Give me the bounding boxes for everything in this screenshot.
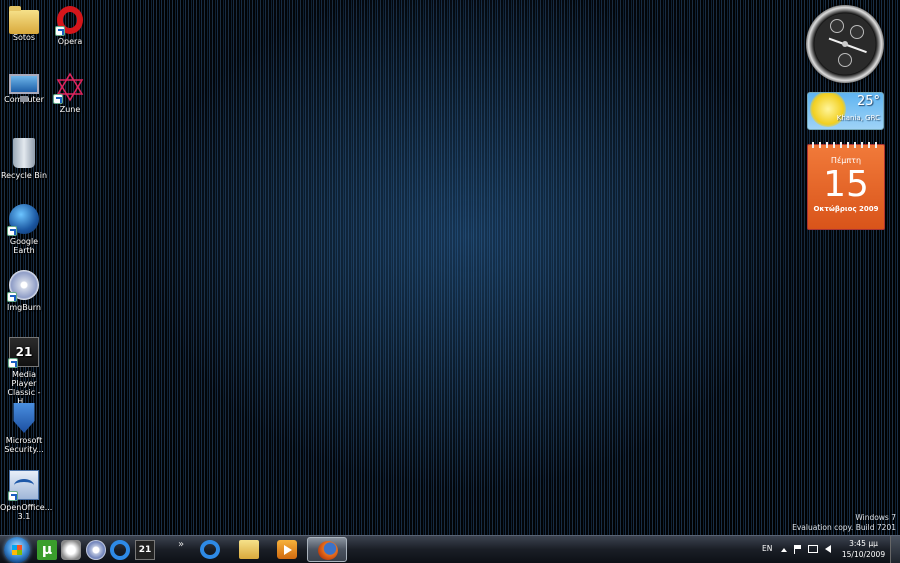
desktop-icon-label: Recycle Bin: [0, 171, 48, 180]
clock-subdial-icon: [850, 25, 864, 39]
desktop-icon-label: Media Player Classic - H...: [7, 370, 41, 406]
network-icon[interactable]: [808, 545, 818, 553]
media-player-classic-icon[interactable]: 21: [135, 540, 155, 560]
clock-gadget[interactable]: [806, 5, 884, 83]
desktop-icon-sotos[interactable]: Sotos: [0, 6, 48, 42]
taskbar-date: 15/10/2009: [841, 550, 886, 559]
desktop-icon-label: Google Earth: [9, 237, 39, 255]
weather-temperature: 25°: [856, 94, 880, 109]
quick-launch-overflow[interactable]: »: [178, 539, 184, 550]
folder-icon: [9, 6, 39, 34]
desktop-icon-label: Zune: [59, 105, 81, 114]
desktop-icon-opera[interactable]: Opera: [46, 6, 94, 46]
volume-icon[interactable]: [825, 545, 831, 553]
evaluation-watermark: Windows 7 Evaluation copy. Build 7201: [792, 513, 896, 533]
language-indicator[interactable]: EN: [762, 544, 772, 553]
desktop-icon-computer[interactable]: Computer: [0, 72, 48, 104]
media-player-classic-icon: 21: [8, 337, 39, 368]
taskbar-button-windows-explorer[interactable]: [229, 537, 269, 562]
desktop-icon-zune[interactable]: Zune: [46, 72, 94, 114]
weather-location: Khania, GRC: [836, 114, 880, 122]
shortcut-arrow-icon: [8, 491, 18, 501]
taskbar-clock[interactable]: 3:45 μμ 15/10/2009: [836, 538, 891, 560]
windows-explorer-icon: [239, 540, 259, 559]
weather-gadget[interactable]: 25° Khania, GRC: [807, 92, 884, 130]
taskbar-button-firefox[interactable]: [307, 537, 347, 562]
desktop-icon-label: OpenOffice... 3.1: [0, 503, 53, 521]
recycle-bin-icon: [13, 138, 35, 168]
computer-icon: [9, 74, 39, 102]
windows-media-player-icon: [277, 540, 297, 559]
calendar-date: 15: [823, 164, 869, 205]
shortcut-arrow-icon: [7, 226, 17, 236]
clock-subdial-icon: [838, 53, 852, 67]
google-earth-icon: [7, 204, 39, 236]
desktop-icon-label: Opera: [57, 37, 83, 46]
shortcut-arrow-icon: [53, 94, 63, 104]
internet-explorer-icon: [200, 540, 220, 559]
imgburn-icon: [7, 270, 39, 302]
desktop-icon-imgburn[interactable]: ImgBurn: [0, 270, 48, 312]
start-button[interactable]: [4, 537, 30, 563]
shortcut-arrow-icon: [8, 358, 18, 368]
desktop-icon-microsoft-security[interactable]: Microsoft Security...: [0, 403, 48, 454]
taskbar-button-internet-explorer[interactable]: [190, 537, 230, 562]
imgburn-icon[interactable]: [86, 540, 106, 560]
zune-icon: [53, 72, 85, 104]
action-center-flag-icon[interactable]: [794, 545, 802, 554]
watermark-line-1: Windows 7: [855, 513, 896, 522]
microsoft-security-icon: [13, 403, 35, 433]
desktop-icon-google-earth[interactable]: Google Earth: [0, 204, 48, 255]
clock-subdial-icon: [830, 19, 844, 33]
taskbar: 21 » EN 3:45 μμ 15/10/2009: [0, 535, 900, 563]
calendar-month-year: Οκτώβριος 2009: [813, 205, 879, 213]
desktop[interactable]: Sotos Computer Recycle Bin Google Earth …: [0, 0, 900, 535]
show-desktop-button[interactable]: [890, 536, 900, 563]
calendar-gadget[interactable]: Πέμπτη 15 Οκτώβριος 2009: [807, 142, 885, 230]
show-hidden-icons-icon[interactable]: [781, 548, 787, 552]
calendar-rings: [812, 142, 882, 148]
desktop-icon-recycle-bin[interactable]: Recycle Bin: [0, 138, 48, 180]
taskbar-time: 3:45 μμ: [849, 539, 878, 548]
clock-center: [842, 41, 848, 47]
shortcut-arrow-icon: [55, 26, 65, 36]
utorrent-icon[interactable]: [37, 540, 57, 560]
desktop-icon-media-player-classic[interactable]: 21 Media Player Classic - H...: [0, 337, 48, 406]
ultra-icon[interactable]: [61, 540, 81, 560]
firefox-icon: [318, 541, 338, 560]
openoffice-icon: [8, 470, 39, 501]
desktop-icon-label: Sotos: [12, 33, 36, 42]
taskbar-button-windows-media-player[interactable]: [267, 537, 307, 562]
desktop-icon-label: ImgBurn: [6, 303, 41, 312]
desktop-icon-label: Microsoft Security...: [4, 436, 44, 454]
desktop-icon-openoffice[interactable]: OpenOffice... 3.1: [0, 470, 52, 521]
opera-icon: [55, 6, 83, 36]
shortcut-arrow-icon: [7, 292, 17, 302]
ie-icon[interactable]: [110, 540, 130, 560]
watermark-line-2: Evaluation copy. Build 7201: [792, 523, 896, 532]
